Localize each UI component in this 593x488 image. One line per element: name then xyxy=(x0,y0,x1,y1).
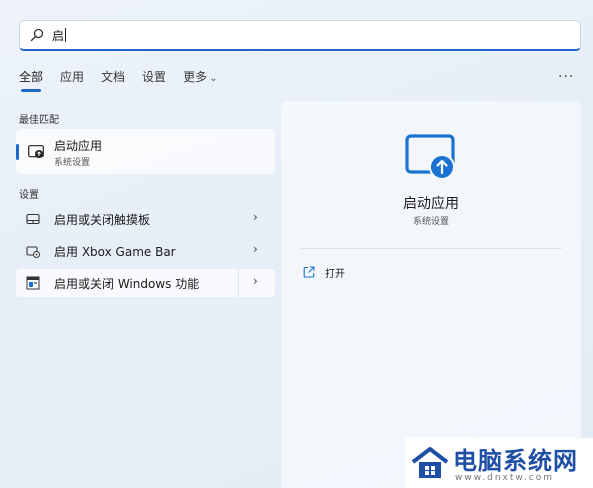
startup-app-icon xyxy=(405,134,455,180)
setting-item-label: 启用 Xbox Game Bar xyxy=(54,245,176,259)
chevron-right-icon: › xyxy=(253,242,258,256)
tab-documents[interactable]: 文档 xyxy=(101,68,125,92)
setting-item-label: 启用或关闭 Windows 功能 xyxy=(54,277,200,291)
row-divider xyxy=(238,269,239,297)
open-label: 打开 xyxy=(325,268,345,280)
detail-subtitle: 系统设置 xyxy=(412,217,449,227)
open-button[interactable]: 打开 xyxy=(303,264,345,280)
tab-settings[interactable]: 设置 xyxy=(142,68,166,92)
startup-app-icon xyxy=(28,145,44,158)
watermark-text: 电脑系统网 xyxy=(453,446,578,475)
chevron-down-icon: ⌄ xyxy=(209,73,218,84)
detail-divider xyxy=(300,248,562,249)
selection-indicator xyxy=(16,144,19,160)
watermark-url: www.dnxtw.com xyxy=(455,473,555,483)
chevron-right-icon[interactable]: › xyxy=(253,274,258,288)
text-caret xyxy=(65,28,67,42)
detail-panel: 启动应用 系统设置 打开 xyxy=(281,101,581,488)
best-match-title: 启动应用 xyxy=(54,139,103,153)
filter-tabs: 全部 应用 文档 设置 更多 ⌄ xyxy=(19,68,234,92)
tab-all[interactable]: 全部 xyxy=(19,68,43,92)
settings-heading: 设置 xyxy=(19,190,39,201)
best-match-subtitle: 系统设置 xyxy=(54,158,91,168)
setting-item-windows-features[interactable]: 启用或关闭 Windows 功能 › xyxy=(16,269,275,297)
game-bar-icon xyxy=(26,246,40,258)
search-input[interactable]: 启 xyxy=(19,20,581,51)
search-query-text: 启 xyxy=(52,28,65,43)
setting-item-xbox-game-bar[interactable]: 启用 Xbox Game Bar › xyxy=(16,237,275,265)
windows-features-icon xyxy=(26,276,40,290)
search-icon xyxy=(30,28,44,42)
detail-title: 启动应用 xyxy=(403,196,459,212)
tab-more[interactable]: 更多 ⌄ xyxy=(183,68,217,92)
chevron-right-icon: › xyxy=(253,210,258,224)
setting-item-label: 启用或关闭触摸板 xyxy=(54,213,151,227)
best-match-result[interactable]: 启动应用 系统设置 xyxy=(16,129,275,174)
touchpad-icon xyxy=(26,213,40,225)
tab-apps[interactable]: 应用 xyxy=(60,68,84,92)
more-dots-icon[interactable]: ··· xyxy=(558,70,574,84)
house-logo-icon xyxy=(411,447,449,478)
open-external-icon xyxy=(303,266,315,278)
best-match-heading: 最佳匹配 xyxy=(19,115,59,126)
watermark: 电脑系统网 www.dnxtw.com xyxy=(405,438,593,488)
setting-item-touchpad[interactable]: 启用或关闭触摸板 › xyxy=(16,205,275,233)
